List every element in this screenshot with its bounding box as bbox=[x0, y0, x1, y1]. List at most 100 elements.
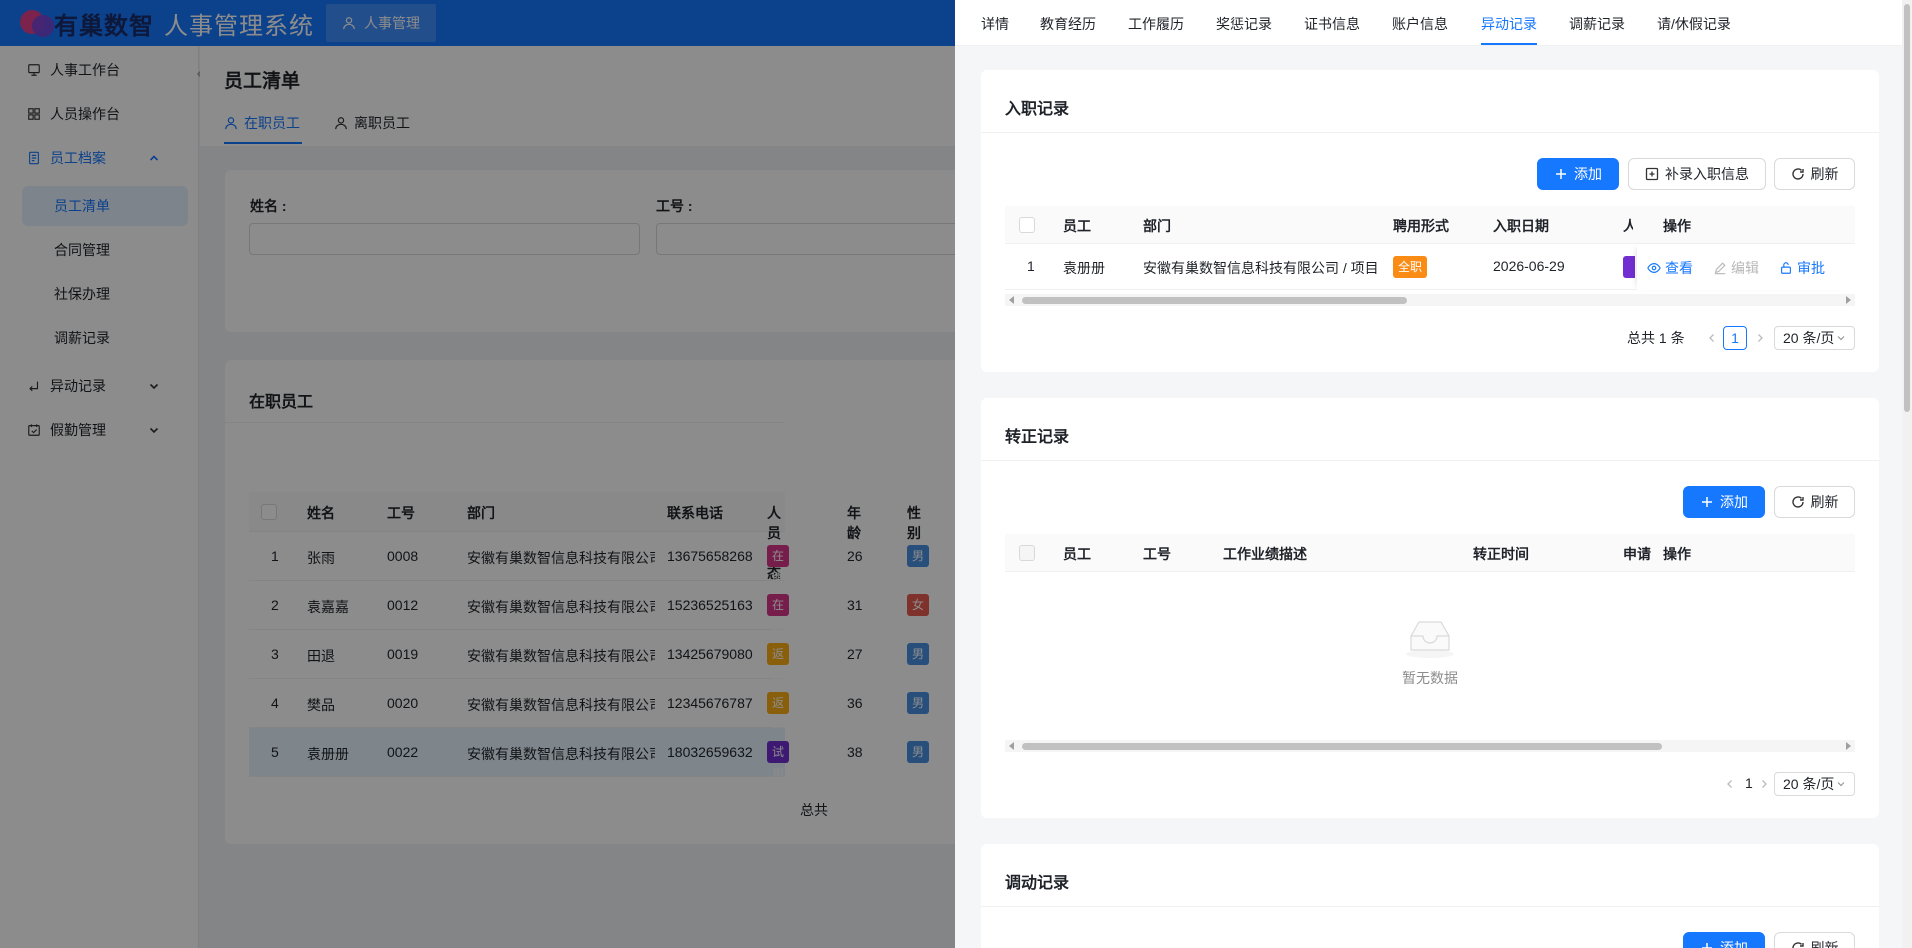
tab-rewards[interactable]: 奖惩记录 bbox=[1216, 14, 1272, 34]
scroll-left-icon[interactable] bbox=[1009, 296, 1014, 304]
tab-accounts[interactable]: 账户信息 bbox=[1392, 14, 1448, 34]
plus-icon bbox=[1556, 169, 1566, 179]
column-header: 工作业绩描述 bbox=[1223, 546, 1307, 562]
button-label: 添加 bbox=[1720, 494, 1748, 510]
row-index: 1 bbox=[1027, 258, 1035, 274]
refresh-icon bbox=[1791, 942, 1804, 948]
button-label: 添加 bbox=[1574, 166, 1602, 182]
button-label: 添加 bbox=[1720, 940, 1748, 948]
approve-action[interactable]: 审批 bbox=[1779, 258, 1825, 278]
supplement-onboard-button[interactable]: 补录入职信息 bbox=[1628, 158, 1766, 190]
tab-change-records[interactable]: 异动记录 bbox=[1481, 14, 1537, 34]
actions-cell: 查看 编辑 审批 bbox=[1637, 244, 1855, 290]
section-title: 入职记录 bbox=[1005, 101, 1070, 118]
section-title: 调动记录 bbox=[1005, 875, 1070, 892]
column-header: 工号 bbox=[1143, 546, 1171, 562]
scroll-right-icon[interactable] bbox=[1846, 296, 1851, 304]
column-header: 聘用形式 bbox=[1393, 218, 1449, 234]
column-header: 部门 bbox=[1143, 218, 1171, 234]
column-header: 员工 bbox=[1063, 546, 1091, 562]
column-header: 转正时间 bbox=[1473, 546, 1529, 562]
plus-icon bbox=[1702, 497, 1712, 507]
button-label: 补录入职信息 bbox=[1665, 166, 1749, 182]
add-button[interactable]: 添加 bbox=[1537, 158, 1619, 190]
page-number[interactable]: 1 bbox=[1723, 326, 1747, 350]
chevron-down-icon bbox=[1837, 336, 1845, 341]
add-button[interactable]: 添加 bbox=[1683, 932, 1765, 948]
eye-icon bbox=[1647, 263, 1661, 273]
prev-page-icon[interactable] bbox=[1707, 333, 1717, 343]
page-number[interactable]: 1 bbox=[1745, 775, 1753, 791]
divider bbox=[981, 460, 1879, 461]
next-page-icon[interactable] bbox=[1755, 333, 1765, 343]
tab-work-history[interactable]: 工作履历 bbox=[1128, 14, 1184, 34]
onboard-date-cell: 2026-06-29 bbox=[1493, 258, 1565, 274]
tab-ink-bar bbox=[1481, 43, 1537, 45]
refresh-button[interactable]: 刷新 bbox=[1774, 158, 1855, 190]
plus-square-icon bbox=[1645, 167, 1659, 181]
scroll-left-icon[interactable] bbox=[1009, 742, 1014, 750]
table-row[interactable]: 1 袁册册 安徽有巢数智信息科技有限公司 / 项目 全职 2026-06-29 … bbox=[1005, 244, 1855, 290]
tab-salary-records[interactable]: 调薪记录 bbox=[1569, 14, 1625, 34]
add-button[interactable]: 添加 bbox=[1683, 486, 1765, 518]
empty-text: 暂无数据 bbox=[1402, 670, 1458, 686]
regularization-table: 员工 工号 工作业绩描述 转正时间 申请 操作 暂无数据 bbox=[1005, 534, 1855, 734]
action-label: 审批 bbox=[1797, 260, 1825, 276]
tab-education[interactable]: 教育经历 bbox=[1040, 14, 1096, 34]
refresh-icon bbox=[1791, 496, 1804, 508]
refresh-button[interactable]: 刷新 bbox=[1774, 932, 1855, 948]
horizontal-scrollbar[interactable] bbox=[1005, 294, 1855, 306]
column-header: 申请 bbox=[1623, 546, 1651, 562]
page-size-select[interactable]: 20 条/页 bbox=[1774, 772, 1855, 796]
page-size-label: 20 条/页 bbox=[1783, 776, 1835, 792]
button-label: 刷新 bbox=[1810, 166, 1839, 182]
vertical-scrollbar[interactable] bbox=[1902, 0, 1912, 948]
total-count: 总共 1 条 bbox=[1627, 330, 1685, 346]
column-header: 入职日期 bbox=[1493, 218, 1549, 234]
employee-detail-drawer: 详情 教育经历 工作履历 奖惩记录 证书信息 账户信息 异动记录 调薪记录 请/… bbox=[955, 0, 1912, 948]
drawer-tabs: 详情 教育经历 工作履历 奖惩记录 证书信息 账户信息 异动记录 调薪记录 请/… bbox=[955, 0, 1912, 46]
table-header: 员工 部门 聘用形式 入职日期 人 操作 bbox=[1005, 206, 1855, 244]
regularization-section: 转正记录 添加 刷新 员工 工号 工作业绩描述 转正时间 申请 操作 暂无数据 … bbox=[981, 398, 1879, 818]
empty-inbox-icon bbox=[1406, 621, 1454, 658]
modal-mask[interactable] bbox=[0, 0, 955, 948]
column-header: 人 bbox=[1623, 218, 1633, 234]
select-all-checkbox[interactable] bbox=[1019, 217, 1035, 233]
edit-icon bbox=[1714, 262, 1726, 275]
tab-certificates[interactable]: 证书信息 bbox=[1304, 14, 1360, 34]
plus-icon bbox=[1702, 943, 1712, 948]
button-label: 刷新 bbox=[1810, 940, 1839, 948]
next-page-icon[interactable] bbox=[1759, 779, 1769, 789]
prev-page-icon[interactable] bbox=[1725, 779, 1735, 789]
tab-leave-records[interactable]: 请/休假记录 bbox=[1657, 14, 1731, 34]
column-header: 操作 bbox=[1663, 218, 1691, 234]
column-header: 操作 bbox=[1663, 546, 1691, 562]
chevron-down-icon bbox=[1837, 782, 1845, 787]
button-label: 刷新 bbox=[1810, 494, 1839, 510]
scroll-right-icon[interactable] bbox=[1846, 742, 1851, 750]
section-title: 转正记录 bbox=[1005, 429, 1070, 446]
scroll-thumb[interactable] bbox=[1022, 297, 1407, 304]
divider bbox=[981, 906, 1879, 907]
dept-cell: 安徽有巢数智信息科技有限公司 / 项目 bbox=[1143, 260, 1379, 276]
horizontal-scrollbar[interactable] bbox=[1005, 740, 1855, 752]
employee-cell: 袁册册 bbox=[1063, 260, 1105, 276]
page-size-label: 20 条/页 bbox=[1783, 330, 1835, 346]
refresh-button[interactable]: 刷新 bbox=[1774, 486, 1855, 518]
view-action[interactable]: 查看 bbox=[1647, 258, 1693, 278]
scroll-thumb[interactable] bbox=[1022, 743, 1662, 750]
column-header: 员工 bbox=[1063, 218, 1091, 234]
onboard-section: 入职记录 添加 补录入职信息 刷新 员工 部门 聘用形式 入职日期 人 操作 1… bbox=[981, 70, 1879, 372]
edit-action[interactable]: 编辑 bbox=[1713, 258, 1759, 278]
tab-details[interactable]: 详情 bbox=[981, 14, 1009, 34]
table-header: 员工 工号 工作业绩描述 转正时间 申请 操作 bbox=[1005, 534, 1855, 572]
employment-type-tag: 全职 bbox=[1393, 256, 1428, 278]
status-tag-partial bbox=[1623, 256, 1635, 278]
divider bbox=[981, 132, 1879, 133]
transfer-section: 调动记录 添加 刷新 bbox=[981, 844, 1879, 948]
select-all-checkbox[interactable] bbox=[1019, 545, 1035, 561]
page-size-select[interactable]: 20 条/页 bbox=[1774, 326, 1855, 350]
scroll-thumb[interactable] bbox=[1904, 4, 1910, 412]
onboard-table: 员工 部门 聘用形式 入职日期 人 操作 1 袁册册 安徽有巢数智信息科技有限公… bbox=[1005, 206, 1855, 290]
action-label: 查看 bbox=[1665, 260, 1693, 276]
